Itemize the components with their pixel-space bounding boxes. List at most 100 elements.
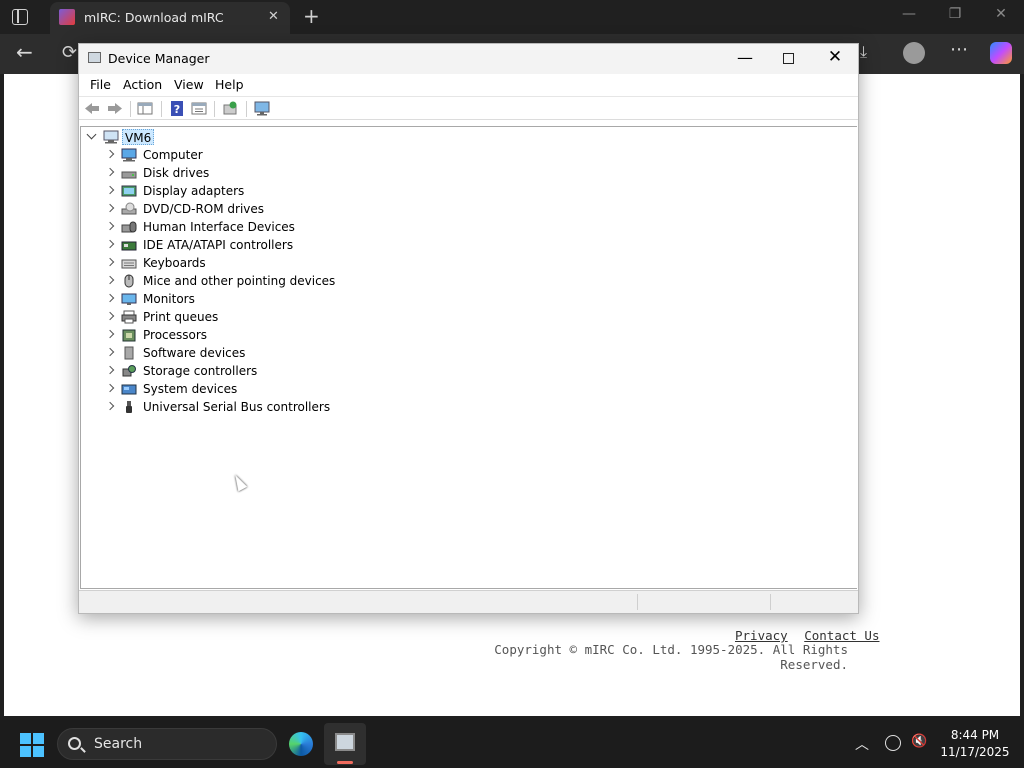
mouse-icon bbox=[124, 274, 134, 288]
footer-links: Privacy Contact Us bbox=[726, 628, 879, 643]
tab-actions-icon[interactable] bbox=[12, 9, 28, 25]
properties-icon[interactable] bbox=[191, 101, 207, 116]
tree-item[interactable]: Display adapters bbox=[81, 182, 401, 200]
collapse-chevron-icon[interactable] bbox=[86, 129, 97, 140]
expand-chevron-icon[interactable] bbox=[105, 383, 115, 393]
root-label[interactable]: VM6 bbox=[122, 129, 155, 145]
system-devices-icon bbox=[121, 384, 137, 395]
device-manager-icon bbox=[88, 52, 101, 63]
expand-chevron-icon[interactable] bbox=[105, 311, 115, 321]
tree-item[interactable]: System devices bbox=[81, 380, 401, 398]
tree-item[interactable]: Print queues bbox=[81, 308, 401, 326]
tab-close-icon[interactable]: ✕ bbox=[268, 9, 279, 24]
help-icon[interactable]: ? bbox=[169, 101, 185, 116]
device-manager-taskbar-button[interactable] bbox=[324, 723, 366, 765]
device-manager-window: Device Manager — ✕ File Action View Help… bbox=[78, 43, 859, 614]
toolbar: ? bbox=[79, 96, 858, 120]
browser-close-icon[interactable]: ✕ bbox=[986, 6, 1016, 22]
close-icon[interactable]: ✕ bbox=[825, 47, 845, 67]
expand-chevron-icon[interactable] bbox=[105, 185, 115, 195]
more-options-icon[interactable]: ⋯ bbox=[950, 39, 968, 60]
menu-view[interactable]: View bbox=[174, 77, 204, 92]
tree-item[interactable]: Software devices bbox=[81, 344, 401, 362]
clock-date[interactable]: 11/17/2025 bbox=[940, 745, 1010, 759]
downloads-icon[interactable]: ⤓ bbox=[860, 42, 867, 62]
privacy-link[interactable]: Privacy bbox=[735, 628, 788, 643]
update-driver-icon[interactable] bbox=[222, 101, 238, 116]
expand-chevron-icon[interactable] bbox=[105, 221, 115, 231]
expand-chevron-icon[interactable] bbox=[105, 167, 115, 177]
expand-chevron-icon[interactable] bbox=[105, 401, 115, 411]
usb-icon bbox=[126, 401, 132, 413]
clock-time[interactable]: 8:44 PM bbox=[940, 728, 1010, 742]
back-arrow-icon[interactable]: ← bbox=[16, 40, 33, 64]
tree-item[interactable]: Mice and other pointing devices bbox=[81, 272, 401, 290]
tree-item-label: Processors bbox=[143, 328, 208, 342]
active-indicator bbox=[337, 761, 353, 764]
computer-network-icon bbox=[103, 130, 119, 144]
expand-chevron-icon[interactable] bbox=[105, 347, 115, 357]
tree-root[interactable]: VM6 bbox=[81, 128, 381, 146]
contact-us-link[interactable]: Contact Us bbox=[804, 628, 879, 643]
monitor-icon bbox=[121, 293, 137, 305]
disk-drive-icon bbox=[121, 171, 137, 179]
browser-tab[interactable]: mIRC: Download mIRC ✕ bbox=[50, 2, 290, 34]
expand-chevron-icon[interactable] bbox=[105, 149, 115, 159]
tree-item[interactable]: Human Interface Devices bbox=[81, 218, 401, 236]
menu-help[interactable]: Help bbox=[215, 77, 244, 92]
tree-item[interactable]: Processors bbox=[81, 326, 401, 344]
tree-item-label: DVD/CD-ROM drives bbox=[143, 202, 265, 216]
tree-item-label: IDE ATA/ATAPI controllers bbox=[143, 238, 294, 252]
edge-browser-icon[interactable] bbox=[289, 732, 313, 756]
tree-item-label: Keyboards bbox=[143, 256, 206, 270]
maximize-icon[interactable] bbox=[783, 53, 794, 64]
tree-item[interactable]: Storage controllers bbox=[81, 362, 401, 380]
browser-restore-icon[interactable]: ❐ bbox=[940, 6, 970, 22]
search-label: Search bbox=[94, 736, 143, 752]
tree-item[interactable]: Computer bbox=[81, 146, 401, 164]
toolbar-separator bbox=[161, 101, 162, 117]
tree-item[interactable]: Monitors bbox=[81, 290, 401, 308]
copilot-icon[interactable] bbox=[990, 42, 1012, 64]
expand-chevron-icon[interactable] bbox=[105, 293, 115, 303]
display-adapter-icon bbox=[121, 185, 137, 197]
back-icon[interactable] bbox=[84, 101, 100, 116]
expand-chevron-icon[interactable] bbox=[105, 203, 115, 213]
tree-item[interactable]: Keyboards bbox=[81, 254, 401, 272]
scan-hardware-icon[interactable] bbox=[254, 101, 270, 116]
forward-icon[interactable] bbox=[107, 101, 123, 116]
device-manager-app-icon bbox=[335, 733, 355, 751]
menu-file[interactable]: File bbox=[90, 77, 111, 92]
expand-chevron-icon[interactable] bbox=[105, 275, 115, 285]
storage-controller-icon bbox=[122, 365, 136, 377]
new-tab-icon[interactable]: + bbox=[303, 4, 320, 28]
taskbar-search[interactable]: Search bbox=[57, 728, 277, 760]
tree-item-label: System devices bbox=[143, 382, 238, 396]
expand-chevron-icon[interactable] bbox=[105, 257, 115, 267]
volume-muted-icon[interactable]: 🔇 bbox=[911, 734, 927, 749]
toolbar-separator bbox=[214, 101, 215, 117]
expand-chevron-icon[interactable] bbox=[105, 329, 115, 339]
tree-item[interactable]: Universal Serial Bus controllers bbox=[81, 398, 401, 416]
network-icon[interactable] bbox=[885, 735, 901, 751]
minimize-icon[interactable]: — bbox=[735, 48, 755, 67]
software-device-icon bbox=[124, 346, 134, 360]
console-tree-icon[interactable] bbox=[137, 101, 153, 116]
tray-overflow-icon[interactable]: ︿ bbox=[855, 734, 869, 754]
tab-title: mIRC: Download mIRC bbox=[84, 10, 224, 25]
status-divider bbox=[637, 594, 638, 610]
expand-chevron-icon[interactable] bbox=[105, 365, 115, 375]
reload-icon[interactable]: ⟳ bbox=[62, 42, 77, 63]
tree-item[interactable]: Disk drives bbox=[81, 164, 401, 182]
device-tree[interactable]: VM6 Computer Disk drives Display adapters D… bbox=[80, 126, 857, 589]
menu-action[interactable]: Action bbox=[123, 77, 162, 92]
device-manager-titlebar[interactable]: Device Manager — ✕ bbox=[79, 44, 858, 74]
menu-bar: File Action View Help bbox=[79, 74, 858, 96]
tree-item-label: Display adapters bbox=[143, 184, 245, 198]
windows-start-icon[interactable] bbox=[20, 733, 44, 757]
tree-item[interactable]: DVD/CD-ROM drives bbox=[81, 200, 401, 218]
expand-chevron-icon[interactable] bbox=[105, 239, 115, 249]
browser-minimize-icon[interactable]: — bbox=[894, 6, 924, 22]
profile-avatar-icon[interactable] bbox=[903, 42, 925, 64]
tree-item[interactable]: IDE ATA/ATAPI controllers bbox=[81, 236, 401, 254]
